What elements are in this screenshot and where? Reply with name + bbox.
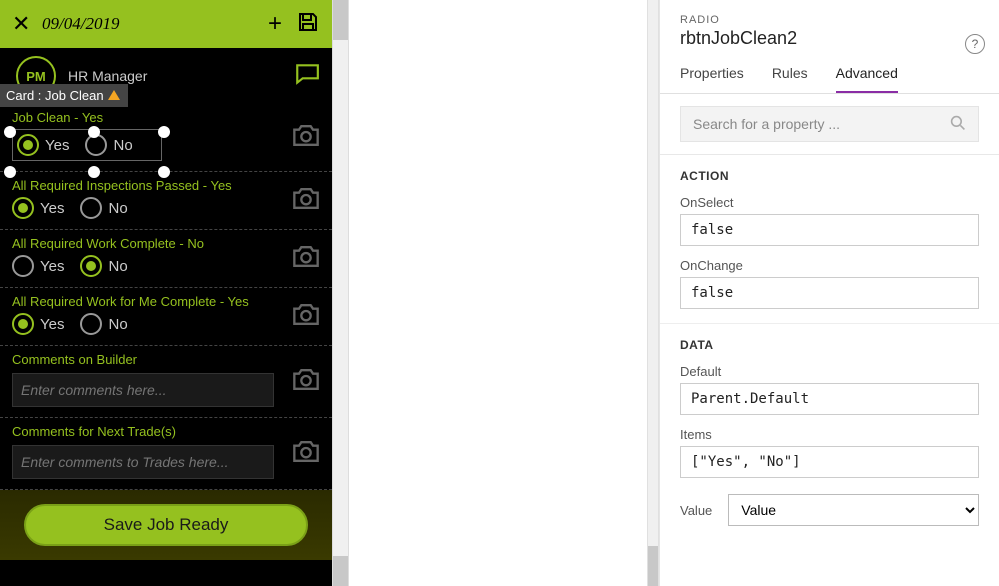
property-search-input[interactable]: Search for a property ... bbox=[680, 106, 979, 142]
app-preview: ✕ 09/04/2019 + PM HR Manager Card : Job … bbox=[0, 0, 332, 586]
properties-panel: RADIO rbtnJobClean2 ? Properties Rules A… bbox=[659, 0, 999, 586]
radio-no[interactable] bbox=[80, 197, 102, 219]
card-job-clean[interactable]: Job Clean - Yes Yes No bbox=[0, 104, 332, 172]
card-work-complete: All Required Work Complete - No Yes No bbox=[0, 230, 332, 288]
prop-value: Value Value bbox=[660, 482, 999, 538]
field-label: Job Clean - Yes bbox=[12, 110, 320, 125]
prop-value-input[interactable]: Parent.Default bbox=[680, 383, 979, 415]
radio-yes-label: Yes bbox=[40, 200, 64, 217]
control-type-label: RADIO bbox=[680, 14, 979, 26]
selection-badge: Card : Job Clean bbox=[0, 84, 128, 107]
radio-group-work-complete[interactable]: Yes No bbox=[12, 255, 320, 277]
save-job-ready-button[interactable]: Save Job Ready bbox=[24, 504, 308, 546]
prop-label: Default bbox=[680, 364, 979, 379]
radio-yes[interactable] bbox=[12, 255, 34, 277]
save-footer: Save Job Ready bbox=[0, 490, 332, 560]
prop-label: Items bbox=[680, 427, 979, 442]
prop-label: OnSelect bbox=[680, 195, 979, 210]
comments-builder-input[interactable] bbox=[12, 373, 274, 407]
radio-no-label: No bbox=[108, 316, 127, 333]
card-comments-builder: Comments on Builder bbox=[0, 346, 332, 418]
selection-label: Card : Job Clean bbox=[6, 88, 104, 103]
section-action: ACTION bbox=[660, 155, 999, 187]
panel-tabs: Properties Rules Advanced bbox=[660, 49, 999, 94]
prop-label: Value bbox=[680, 503, 712, 518]
prop-items: Items ["Yes", "No"] bbox=[660, 419, 999, 482]
card-inspections: All Required Inspections Passed - Yes Ye… bbox=[0, 172, 332, 230]
radio-no-label: No bbox=[108, 258, 127, 275]
close-icon[interactable]: ✕ bbox=[12, 14, 32, 34]
search-icon bbox=[950, 115, 966, 134]
canvas-blank bbox=[349, 0, 647, 586]
camera-icon[interactable] bbox=[292, 439, 320, 468]
camera-icon[interactable] bbox=[292, 186, 320, 215]
user-role: HR Manager bbox=[68, 68, 147, 84]
control-name: rbtnJobClean2 bbox=[680, 28, 979, 49]
radio-no-label: No bbox=[113, 137, 132, 154]
scrollbar-left[interactable] bbox=[332, 0, 349, 586]
tab-rules[interactable]: Rules bbox=[772, 65, 808, 93]
prop-onselect: OnSelect false bbox=[660, 187, 999, 250]
prop-value-input[interactable]: ["Yes", "No"] bbox=[680, 446, 979, 478]
field-label: All Required Work Complete - No bbox=[12, 236, 320, 251]
radio-yes-label: Yes bbox=[40, 316, 64, 333]
camera-icon[interactable] bbox=[292, 123, 320, 152]
save-icon[interactable] bbox=[296, 10, 320, 39]
radio-yes[interactable] bbox=[17, 134, 39, 156]
radio-group-inspections[interactable]: Yes No bbox=[12, 197, 320, 219]
prop-label: OnChange bbox=[680, 258, 979, 273]
card-work-for-me: All Required Work for Me Complete - Yes … bbox=[0, 288, 332, 346]
field-label: Comments for Next Trade(s) bbox=[12, 424, 320, 439]
radio-group-job-clean[interactable]: Yes No bbox=[12, 129, 162, 161]
prop-default: Default Parent.Default bbox=[660, 356, 999, 419]
tab-properties[interactable]: Properties bbox=[680, 65, 744, 93]
card-comments-trades: Comments for Next Trade(s) bbox=[0, 418, 332, 490]
tab-advanced[interactable]: Advanced bbox=[836, 65, 898, 93]
help-icon[interactable]: ? bbox=[965, 34, 985, 54]
radio-group-work-for-me[interactable]: Yes No bbox=[12, 313, 320, 335]
prop-onchange: OnChange false bbox=[660, 250, 999, 313]
header-date: 09/04/2019 bbox=[42, 14, 268, 34]
prop-value-input[interactable]: false bbox=[680, 214, 979, 246]
app-header: ✕ 09/04/2019 + bbox=[0, 0, 332, 48]
radio-no[interactable] bbox=[80, 255, 102, 277]
radio-yes[interactable] bbox=[12, 197, 34, 219]
radio-no-label: No bbox=[108, 200, 127, 217]
camera-icon[interactable] bbox=[292, 302, 320, 331]
field-label: All Required Inspections Passed - Yes bbox=[12, 178, 320, 193]
radio-no[interactable] bbox=[80, 313, 102, 335]
field-label: All Required Work for Me Complete - Yes bbox=[12, 294, 320, 309]
panel-header: RADIO rbtnJobClean2 ? bbox=[660, 0, 999, 49]
radio-yes-label: Yes bbox=[45, 137, 69, 154]
field-label: Comments on Builder bbox=[12, 352, 320, 367]
radio-yes[interactable] bbox=[12, 313, 34, 335]
search-wrap: Search for a property ... bbox=[660, 94, 999, 155]
search-placeholder: Search for a property ... bbox=[693, 116, 840, 132]
camera-icon[interactable] bbox=[292, 244, 320, 273]
comments-trades-input[interactable] bbox=[12, 445, 274, 479]
section-data: DATA bbox=[660, 324, 999, 356]
plus-icon[interactable]: + bbox=[268, 14, 282, 34]
warning-icon bbox=[108, 90, 120, 100]
camera-icon[interactable] bbox=[292, 367, 320, 396]
value-dropdown[interactable]: Value bbox=[728, 494, 979, 526]
radio-yes-label: Yes bbox=[40, 258, 64, 275]
comment-icon[interactable] bbox=[294, 63, 320, 90]
prop-value-input[interactable]: false bbox=[680, 277, 979, 309]
scrollbar-right[interactable] bbox=[647, 0, 659, 586]
